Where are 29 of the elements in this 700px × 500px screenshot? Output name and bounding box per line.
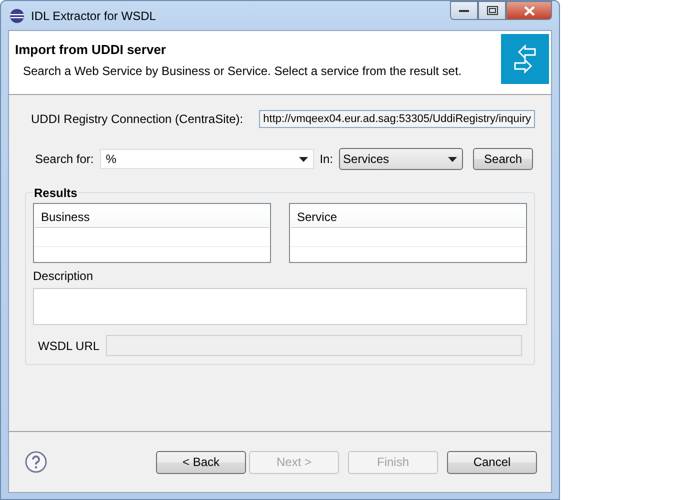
globe-icon — [9, 8, 25, 24]
search-label: Search for: — [35, 152, 94, 166]
results-table[interactable]: Business — [33, 203, 271, 263]
page-title: Import from UDDI server — [15, 42, 167, 57]
minimize-icon — [459, 8, 469, 12]
restore-icon — [486, 6, 498, 15]
minimize-button[interactable] — [450, 1, 478, 20]
search-combo[interactable]: % — [100, 149, 314, 169]
close-icon — [524, 6, 534, 16]
wsdl-url-label: WSDL URL — [38, 338, 100, 352]
close-button[interactable] — [506, 1, 552, 20]
back-button[interactable]: < Back — [156, 450, 246, 474]
dropdown-arrow-icon — [298, 156, 308, 162]
wsdl-url-field[interactable] — [106, 335, 522, 356]
in-dropdown[interactable]: Services — [339, 148, 464, 170]
in-label: In: — [320, 152, 334, 166]
page-description: Search a Web Service by Business or Service. Select a service from the result set. — [23, 64, 462, 78]
search-button[interactable]: Search — [473, 148, 534, 170]
window-title: IDL Extractor for WSDL — [31, 8, 156, 22]
description-field[interactable] — [33, 288, 527, 325]
maximize-button[interactable] — [478, 1, 506, 20]
results-table[interactable]: Service — [289, 203, 527, 263]
connection-label: UDDI Registry Connection (CentraSite): — [31, 112, 244, 126]
connection-field[interactable]: http://vmqeex04.eur.ad.sag:53305/UddiRegistry/inquiry — [259, 110, 535, 128]
dropdown-arrow-icon — [448, 156, 458, 162]
description-label: Description — [33, 269, 94, 283]
help-icon[interactable] — [25, 451, 47, 473]
cancel-button[interactable]: Cancel — [447, 450, 537, 474]
results-title: Results — [33, 186, 78, 200]
